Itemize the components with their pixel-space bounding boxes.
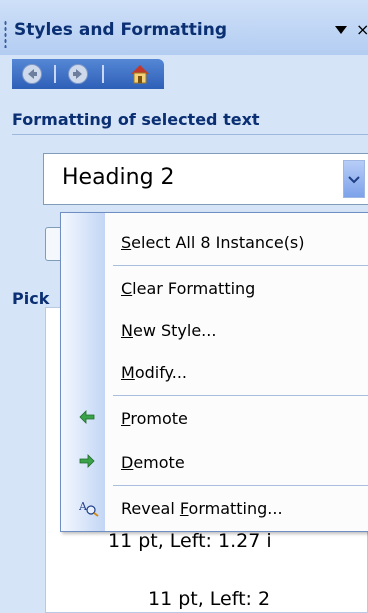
chevron-down-icon[interactable]: [343, 160, 365, 198]
menu-item-new-style[interactable]: New Style...: [61, 309, 368, 349]
selected-style-dropdown[interactable]: Heading 2: [43, 153, 368, 205]
menu-item-promote[interactable]: Promote: [61, 397, 368, 437]
list-item[interactable]: 11 pt, Left: 1.27 i: [108, 530, 272, 552]
selected-style-value: Heading 2: [62, 165, 175, 190]
drag-grip-handle[interactable]: [4, 20, 7, 48]
menu-item-label: Modify...: [121, 363, 187, 382]
close-pane-icon[interactable]: ×: [356, 20, 368, 39]
toolbar-separator: [54, 65, 56, 83]
section-label-formatting: Formatting of selected text: [12, 110, 260, 129]
home-icon[interactable]: [128, 62, 152, 86]
menu-separator: [113, 395, 368, 396]
pane-title: Styles and Formatting: [14, 20, 228, 40]
list-item[interactable]: 11 pt, Left: 2: [148, 588, 270, 610]
reveal-formatting-icon: A: [78, 499, 99, 521]
menu-item-label: Demote: [121, 453, 185, 472]
menu-item-reveal-formatting[interactable]: A Reveal Formatting...: [61, 487, 368, 527]
menu-item-demote[interactable]: Demote: [61, 441, 368, 481]
forward-arrow-icon[interactable]: [68, 64, 88, 84]
task-pane-title-bar: Styles and Formatting ×: [0, 0, 368, 55]
section-divider: [12, 134, 368, 135]
demote-arrow-icon: [79, 453, 95, 472]
menu-item-label: Promote: [121, 409, 188, 428]
menu-item-label: Clear Formatting: [121, 279, 256, 298]
promote-arrow-icon: [79, 409, 95, 428]
pick-formatting-label: Pick: [12, 289, 50, 308]
back-arrow-icon[interactable]: [22, 64, 42, 84]
menu-separator: [113, 485, 368, 486]
style-context-menu: Select All 8 Instance(s) Clear Formattin…: [60, 212, 368, 532]
menu-separator: [113, 265, 368, 266]
menu-item-label: New Style...: [121, 321, 217, 340]
menu-item-clear-formatting[interactable]: Clear Formatting: [61, 267, 368, 307]
toolbar-separator: [102, 65, 104, 83]
navigation-toolbar: [12, 59, 164, 89]
menu-item-modify[interactable]: Modify...: [61, 351, 368, 391]
menu-item-select-all[interactable]: Select All 8 Instance(s): [61, 221, 368, 261]
menu-item-label: Reveal Formatting...: [121, 499, 283, 518]
menu-item-label: Select All 8 Instance(s): [121, 233, 305, 252]
pane-menu-dropdown-icon[interactable]: [335, 26, 347, 34]
